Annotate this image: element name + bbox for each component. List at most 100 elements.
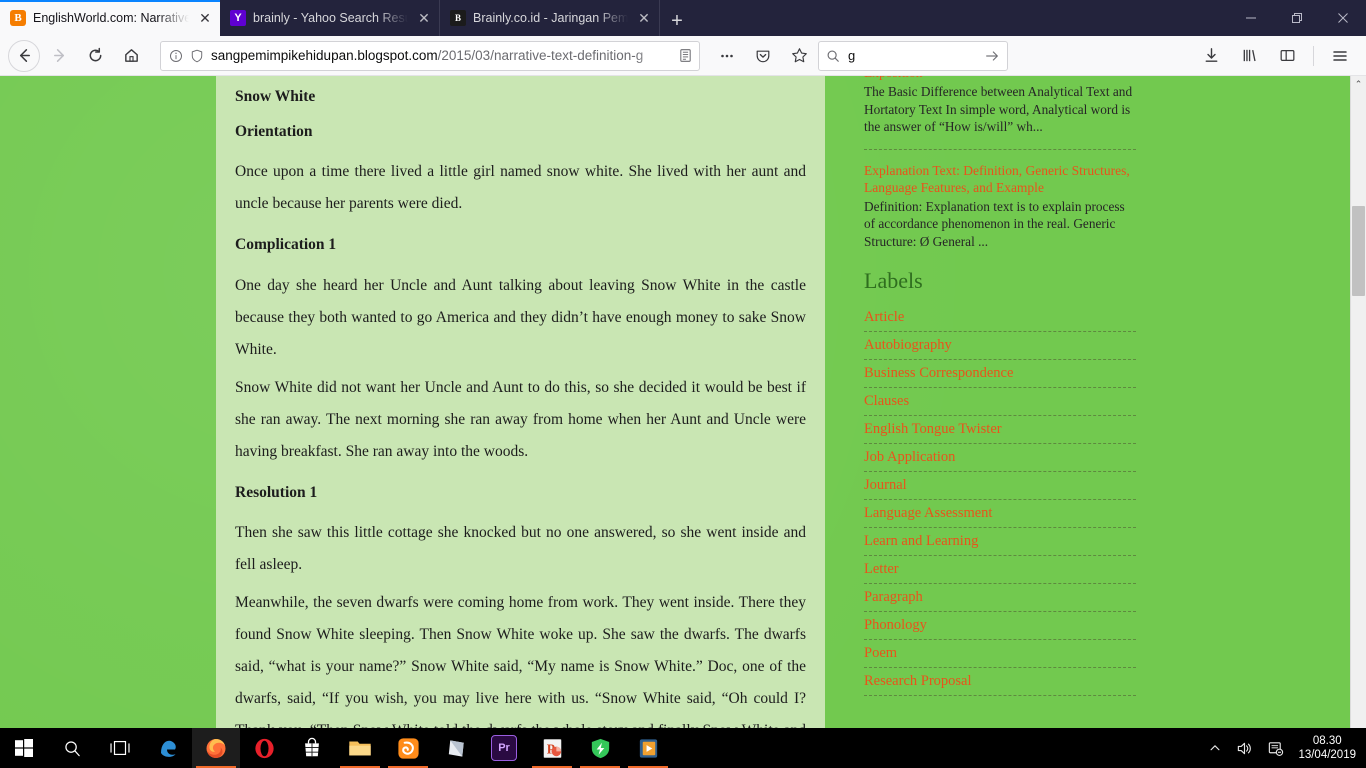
label-link-research-proposal[interactable]: Research Proposal: [864, 668, 1136, 696]
tab-title: brainly - Yahoo Search Results: [253, 11, 408, 25]
reader-view-icon[interactable]: [678, 48, 693, 63]
chevron-up-icon[interactable]: [1208, 741, 1222, 755]
sidebar-divider: [864, 148, 1136, 150]
powerpoint-icon: P: [543, 738, 561, 758]
edge-app-button[interactable]: [144, 728, 192, 768]
maximize-restore-button[interactable]: [1274, 0, 1320, 36]
url-text: sangpemimpikehidupan.blogspot.com/2015/0…: [211, 48, 671, 63]
tab-title: EnglishWorld.com: Narrative Te: [33, 11, 189, 25]
clock-date: 13/04/2019: [1298, 749, 1356, 761]
vertical-scrollbar[interactable]: ⌃: [1350, 76, 1366, 728]
pocket-icon[interactable]: [746, 40, 780, 72]
system-tray: 08.30 13/04/2019: [1208, 734, 1366, 762]
search-magnifier-icon: [64, 740, 80, 756]
label-link-poem[interactable]: Poem: [864, 640, 1136, 668]
tab-close-icon[interactable]: ✕: [196, 9, 214, 27]
taskbar-clock[interactable]: 08.30 13/04/2019: [1298, 734, 1356, 762]
microsoft-store-app-button[interactable]: [288, 728, 336, 768]
windows-logo-icon: [15, 739, 33, 757]
browser-tab-1[interactable]: B EnglishWorld.com: Narrative Te ✕: [0, 0, 220, 36]
url-domain: sangpemimpikehidupan.blogspot.com: [211, 48, 438, 63]
tab-strip: B EnglishWorld.com: Narrative Te ✕ Y bra…: [0, 0, 1366, 36]
powerpoint-app-button[interactable]: P: [528, 728, 576, 768]
popular-post-snippet: The Basic Difference between Analytical …: [864, 84, 1133, 134]
premiere-pro-app-button[interactable]: Pr: [480, 728, 528, 768]
page-info-icon[interactable]: [169, 49, 183, 63]
section-heading-orientation: Orientation: [235, 122, 313, 140]
label-link-clauses[interactable]: Clauses: [864, 388, 1136, 416]
search-go-arrow-icon[interactable]: [984, 48, 1000, 64]
reload-button[interactable]: [78, 40, 112, 72]
page-viewport: Snow White Orientation Once upon a time …: [0, 76, 1366, 728]
uc-browser-app-button[interactable]: [384, 728, 432, 768]
downloads-icon[interactable]: [1193, 40, 1229, 72]
smadav-app-button[interactable]: [576, 728, 624, 768]
label-link-letter[interactable]: Letter: [864, 556, 1136, 584]
popular-post-title[interactable]: Explanation Text: Definition, Generic St…: [864, 162, 1136, 196]
tab-title: Brainly.co.id - Jaringan Pembel: [473, 11, 628, 25]
label-link-business-correspondence[interactable]: Business Correspondence: [864, 360, 1136, 388]
label-link-job-application[interactable]: Job Application: [864, 444, 1136, 472]
tab-close-icon[interactable]: ✕: [415, 9, 433, 27]
popular-post-item[interactable]: Explanation Text: Definition, Generic St…: [864, 162, 1136, 251]
start-button[interactable]: [0, 728, 48, 768]
article-title: Snow White: [235, 88, 316, 105]
popular-post-snippet: Definition: Explanation text is to expla…: [864, 198, 1125, 249]
tab-close-icon[interactable]: ✕: [635, 9, 653, 27]
popular-post-item[interactable]: Exposition The Basic Difference between …: [864, 76, 1136, 136]
blog-sidebar: Exposition The Basic Difference between …: [864, 76, 1136, 728]
close-window-button[interactable]: [1320, 0, 1366, 36]
back-button[interactable]: [8, 39, 40, 72]
address-bar[interactable]: sangpemimpikehidupan.blogspot.com/2015/0…: [160, 40, 700, 71]
uc-browser-icon: [397, 737, 419, 759]
folder-icon: [349, 741, 371, 756]
onedrive-app-button[interactable]: [432, 728, 480, 768]
firefox-icon: [206, 739, 226, 758]
search-bar[interactable]: g: [818, 40, 1008, 71]
new-tab-button[interactable]: +: [660, 6, 694, 36]
scroll-up-arrow-icon[interactable]: ⌃: [1351, 76, 1366, 92]
label-link-article[interactable]: Article: [864, 304, 1136, 332]
bookmark-star-icon[interactable]: [782, 40, 816, 72]
minimize-button[interactable]: [1228, 0, 1274, 36]
popular-post-title[interactable]: Exposition: [864, 76, 1136, 81]
taskbar-search-button[interactable]: [48, 728, 96, 768]
action-center-notification-icon[interactable]: [1267, 740, 1284, 757]
green-shield-icon: [591, 738, 609, 758]
label-link-language-assessment[interactable]: Language Assessment: [864, 500, 1136, 528]
label-link-learn-and-learning[interactable]: Learn and Learning: [864, 528, 1136, 556]
windows-taskbar: Pr P 08.30 13/04/2019: [0, 728, 1366, 768]
article-paragraph: Snow White did not want her Uncle and Au…: [235, 378, 806, 460]
article-paragraph: Meanwhile, the seven dwarfs were coming …: [235, 594, 806, 728]
tracking-protection-shield-icon[interactable]: [190, 49, 204, 63]
firefox-app-button[interactable]: [192, 728, 240, 768]
label-link-paragraph[interactable]: Paragraph: [864, 584, 1136, 612]
task-view-icon: [110, 740, 130, 756]
forward-button: [42, 40, 76, 72]
firefox-browser-window: B EnglishWorld.com: Narrative Te ✕ Y bra…: [0, 0, 1366, 728]
label-link-journal[interactable]: Journal: [864, 472, 1136, 500]
toolbar-divider: [1313, 45, 1314, 66]
search-input[interactable]: g: [848, 48, 976, 63]
toolbar-right-group: [1193, 40, 1358, 72]
sidebar-icon[interactable]: [1269, 40, 1305, 72]
media-player-icon: [639, 738, 657, 758]
article-paragraph: Then she saw this little cottage she kno…: [235, 524, 806, 574]
home-button[interactable]: [114, 40, 148, 72]
media-player-app-button[interactable]: [624, 728, 672, 768]
task-view-button[interactable]: [96, 728, 144, 768]
opera-app-button[interactable]: [240, 728, 288, 768]
page-actions-ellipsis-icon[interactable]: [710, 40, 744, 72]
browser-tab-3[interactable]: B Brainly.co.id - Jaringan Pembel ✕: [440, 0, 660, 36]
clock-time: 08.30: [1312, 735, 1342, 747]
file-explorer-app-button[interactable]: [336, 728, 384, 768]
speaker-volume-icon[interactable]: [1236, 740, 1253, 757]
blog-content-column: Snow White Orientation Once upon a time …: [216, 76, 825, 728]
browser-tab-2[interactable]: Y brainly - Yahoo Search Results ✕: [220, 0, 440, 36]
scrollbar-thumb[interactable]: [1352, 206, 1365, 296]
label-link-english-tongue-twister[interactable]: English Tongue Twister: [864, 416, 1136, 444]
library-icon[interactable]: [1231, 40, 1267, 72]
label-link-phonology[interactable]: Phonology: [864, 612, 1136, 640]
label-link-autobiography[interactable]: Autobiography: [864, 332, 1136, 360]
hamburger-menu-icon[interactable]: [1322, 40, 1358, 72]
